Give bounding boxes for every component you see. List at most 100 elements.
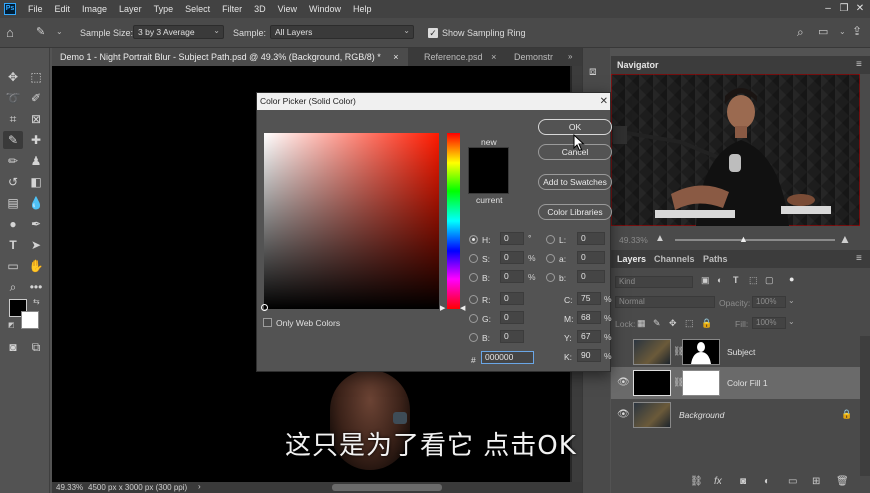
radio-lab-b[interactable]	[546, 273, 555, 282]
eraser-tool-icon[interactable]: ◧	[26, 173, 46, 191]
zoom-slider-track[interactable]	[675, 239, 835, 241]
home-icon[interactable]: ⌂	[6, 25, 14, 40]
visibility-eye-icon[interactable]: 👁	[617, 377, 630, 388]
menu-filter[interactable]: Filter	[216, 4, 248, 14]
pen-tool-icon[interactable]: ✒	[26, 215, 46, 233]
clone-stamp-tool-icon[interactable]: ♟	[26, 152, 46, 170]
brightness-input[interactable]: 0	[500, 270, 524, 283]
opacity-field[interactable]: 100%	[752, 296, 786, 308]
yellow-input[interactable]: 67	[577, 330, 601, 343]
horizontal-scrollbar-thumb[interactable]	[332, 484, 442, 491]
cyan-input[interactable]: 75	[577, 292, 601, 305]
blend-mode-select[interactable]: Normal	[615, 296, 715, 308]
radio-lab-a[interactable]	[546, 254, 555, 263]
menu-layer[interactable]: Layer	[113, 4, 148, 14]
filter-adjustment-icon[interactable]: ◐	[717, 275, 722, 285]
sample-size-select[interactable]: 3 by 3 Average ⌄	[133, 25, 224, 39]
layer-row-color-fill[interactable]: 👁 ⛓ Color Fill 1	[611, 367, 860, 399]
opacity-chevron-icon[interactable]: ⌄	[788, 296, 795, 305]
navigator-thumbnail[interactable]	[611, 74, 860, 226]
eyedropper-tool-icon[interactable]: ✎	[3, 131, 23, 149]
zoom-out-icon[interactable]: ▲	[655, 233, 665, 244]
lock-artboard-icon[interactable]: ⬚	[685, 318, 694, 329]
magenta-input[interactable]: 68	[577, 311, 601, 324]
menu-view[interactable]: View	[272, 4, 303, 14]
layer-name[interactable]: Color Fill 1	[727, 378, 768, 388]
tab-demo-1[interactable]: Demo 1 - Night Portrait Blur - Subject P…	[52, 48, 408, 66]
sample-select[interactable]: All Layers ⌄	[270, 25, 414, 39]
fill-chevron-icon[interactable]: ⌄	[788, 317, 795, 326]
status-menu-chevron-icon[interactable]: ›	[198, 482, 201, 491]
black-input[interactable]: 90	[577, 349, 601, 362]
layer-filter-kind[interactable]: Kind	[615, 276, 693, 288]
lock-pixels-icon[interactable]: ✎	[653, 318, 661, 329]
hue-slider-right-arrow[interactable]: ◀	[460, 304, 465, 312]
add-to-swatches-button[interactable]: Add to Swatches	[538, 174, 612, 190]
lab-b-input[interactable]: 0	[577, 270, 605, 283]
radio-lab-l[interactable]	[546, 235, 555, 244]
status-zoom[interactable]: 49.33%	[56, 483, 83, 492]
radio-hue[interactable]	[469, 235, 478, 244]
new-layer-icon[interactable]: ⊞	[812, 476, 820, 487]
red-input[interactable]: 0	[500, 292, 524, 305]
menu-image[interactable]: Image	[76, 4, 113, 14]
zoom-in-icon[interactable]: ▲	[839, 232, 851, 246]
filter-toggle-icon[interactable]: ●	[789, 274, 794, 284]
swap-colors-icon[interactable]: ⇆	[33, 297, 40, 306]
visibility-eye-icon[interactable]: 👁	[617, 409, 630, 420]
hue-slider-left-arrow[interactable]: ▶	[440, 304, 445, 312]
blur-tool-icon[interactable]: 💧	[26, 194, 46, 212]
layer-mask-thumbnail[interactable]	[682, 370, 720, 396]
layer-name[interactable]: Subject	[727, 347, 755, 357]
type-tool-icon[interactable]: T	[3, 236, 23, 254]
close-tab-icon[interactable]: ×	[393, 52, 398, 62]
fill-field[interactable]: 100%	[752, 317, 786, 329]
tool-preset-chevron-icon[interactable]: ⌄	[56, 27, 63, 36]
radio-red[interactable]	[469, 295, 478, 304]
healing-brush-tool-icon[interactable]: ✚	[26, 131, 46, 149]
photoshop-logo[interactable]: Ps	[4, 3, 16, 15]
lab-a-input[interactable]: 0	[577, 251, 605, 264]
saturation-brightness-field[interactable]	[264, 133, 439, 309]
dodge-tool-icon[interactable]: ●	[3, 215, 23, 233]
hand-tool-icon[interactable]: ✋	[26, 257, 46, 275]
panel-menu-icon[interactable]: ≡	[856, 59, 862, 70]
filter-shape-icon[interactable]: ⬚	[749, 275, 758, 286]
default-colors-icon[interactable]: ◩	[8, 321, 15, 329]
quick-selection-tool-icon[interactable]: ✐	[26, 89, 46, 107]
close-icon[interactable]: ✕	[852, 1, 868, 17]
adjustment-layer-icon[interactable]: ◐	[764, 476, 770, 487]
more-tools-icon[interactable]: •••	[26, 278, 46, 296]
layers-scrollbar[interactable]	[860, 336, 870, 476]
blue-input[interactable]: 0	[500, 330, 524, 343]
tab-reference[interactable]: Reference.psd ×	[416, 48, 506, 66]
workspace-chevron-icon[interactable]: ⌄	[839, 27, 846, 36]
filter-pixel-icon[interactable]: ▣	[701, 275, 710, 286]
radio-brightness[interactable]	[469, 273, 478, 282]
eyedropper-tool-icon[interactable]: ✎	[36, 25, 45, 38]
workspace-icon[interactable]: ▭	[818, 25, 828, 38]
tab-layers[interactable]: Layers	[617, 254, 646, 264]
navigator-title[interactable]: Navigator	[611, 56, 870, 74]
brush-tool-icon[interactable]: ✏	[3, 152, 23, 170]
close-tab-icon[interactable]: ×	[491, 52, 496, 62]
add-mask-icon[interactable]: ◙	[740, 476, 746, 487]
menu-window[interactable]: Window	[303, 4, 347, 14]
hue-slider[interactable]	[447, 133, 460, 309]
color-libraries-button[interactable]: Color Libraries	[538, 204, 612, 220]
frame-tool-icon[interactable]: ⊠	[26, 110, 46, 128]
navigator-zoom-value[interactable]: 49.33%	[619, 235, 648, 245]
minimize-icon[interactable]: –	[820, 1, 836, 17]
tab-channels[interactable]: Channels	[654, 254, 695, 264]
lab-l-input[interactable]: 0	[577, 232, 605, 245]
menu-help[interactable]: Help	[347, 4, 378, 14]
restore-icon[interactable]: ❐	[836, 1, 852, 17]
radio-saturation[interactable]	[469, 254, 478, 263]
history-brush-tool-icon[interactable]: ↺	[3, 173, 23, 191]
lasso-tool-icon[interactable]: ➰	[3, 89, 23, 107]
properties-panel-icon[interactable]: ⧈	[589, 64, 597, 79]
only-web-colors-checkbox[interactable]	[263, 318, 272, 327]
gradient-tool-icon[interactable]: ▤	[3, 194, 23, 212]
crop-tool-icon[interactable]: ⌗	[3, 110, 23, 128]
share-icon[interactable]: ⇪	[852, 24, 862, 38]
